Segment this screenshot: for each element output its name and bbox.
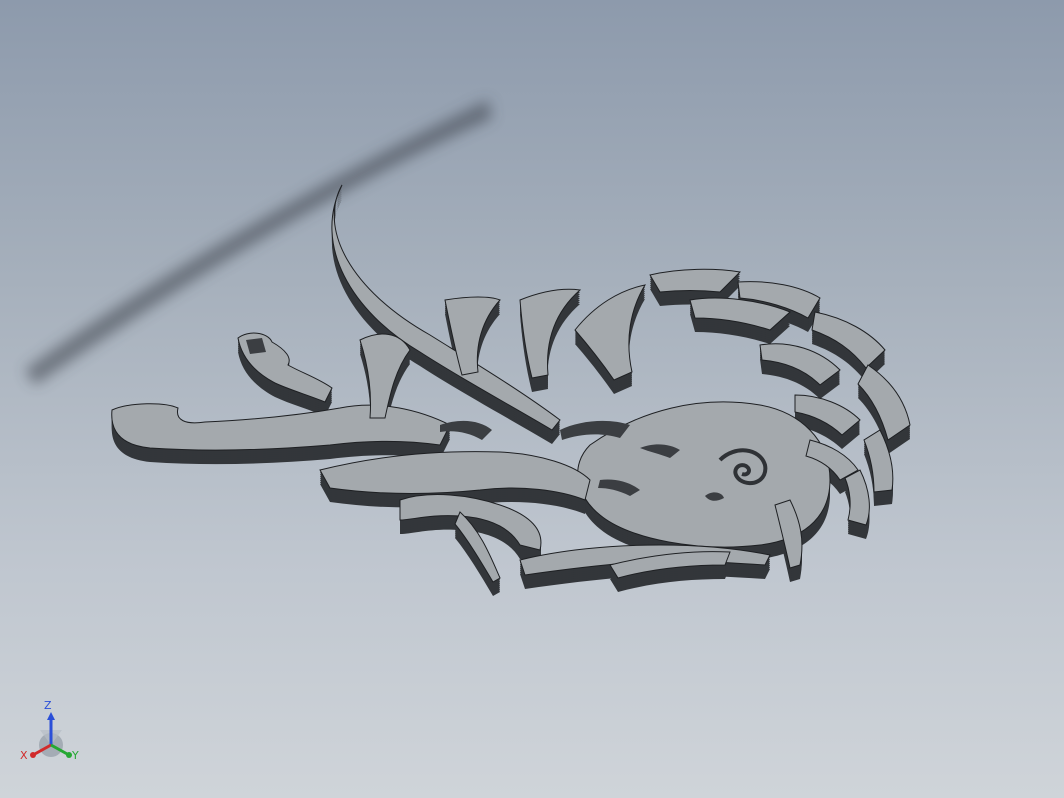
triad-x-label: X [20, 749, 28, 762]
triad-z-label: Z [44, 699, 52, 712]
graphics-viewport[interactable]: Z X Y [0, 0, 1064, 798]
view-orientation-triad[interactable]: Z X Y [18, 700, 88, 770]
model-scene[interactable] [0, 0, 1064, 798]
triad-y-label: Y [72, 749, 79, 762]
